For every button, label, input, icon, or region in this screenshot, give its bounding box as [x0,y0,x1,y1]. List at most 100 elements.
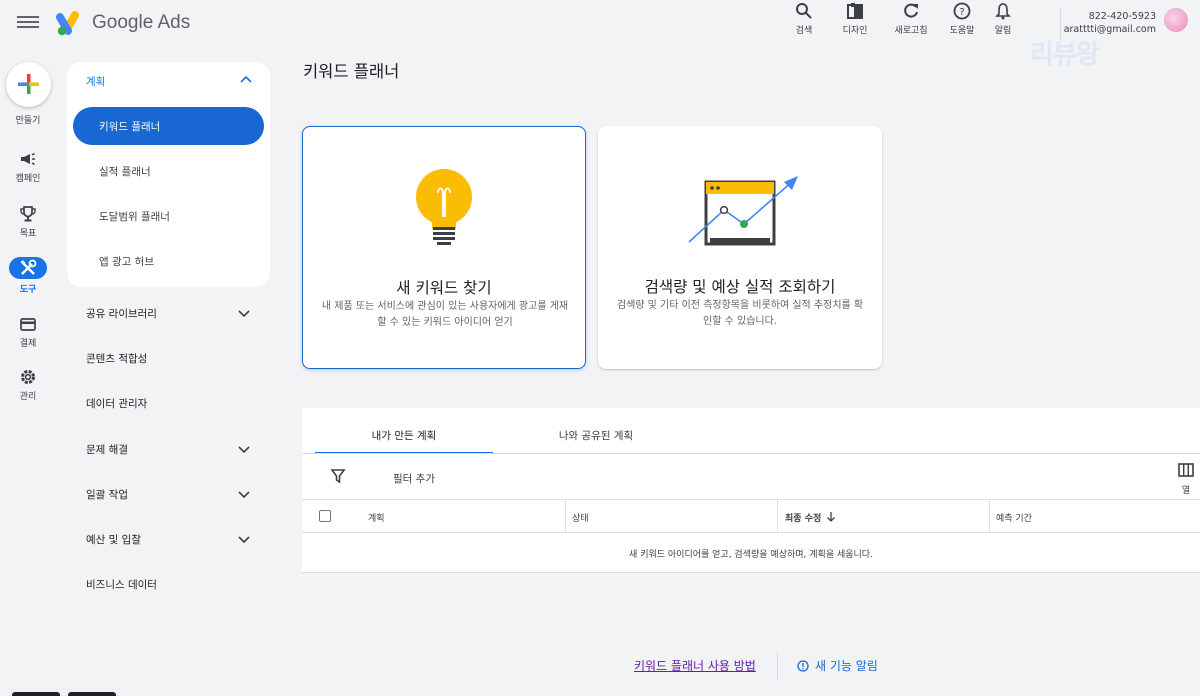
column-divider [565,500,566,533]
lightbulb-icon [416,169,472,245]
design-icon [847,3,863,19]
column-divider [777,500,778,533]
columns-button[interactable]: 열 [1178,462,1194,496]
rail-label-billing: 결제 [19,339,37,349]
nav-label: 예산 및 입찰 [86,534,141,546]
trend-chart-icon [688,176,798,246]
select-all-checkbox[interactable] [319,510,331,522]
search-icon [796,3,812,19]
column-header-forecast-period[interactable]: 예측 기간 [996,511,1032,524]
rail-item-goals[interactable]: 목표 [0,205,56,239]
search-tool-button[interactable]: 검색 [779,0,829,36]
gear-icon [21,370,35,384]
nav-item-keyword-planner[interactable]: 키워드 플래너 [73,107,264,145]
account-info[interactable]: 822-420-5923 aratttti@gmail.com [1064,10,1156,36]
nav-item-performance-planner[interactable]: 실적 플래너 [73,152,264,190]
rail-item-campaigns[interactable]: 캠페인 [0,150,56,184]
card-description: 검색량 및 기타 이전 측정항목을 비롯하여 실적 추정치를 확인할 수 있습니… [616,300,864,327]
bottom-bar-fragment [12,692,60,696]
empty-state-message: 새 키워드 아이디어를 얻고, 검색량을 예상하며, 계획을 세웁니다. [629,550,873,560]
nav-label: 데이터 관리자 [86,398,148,410]
tab-shared-plans[interactable]: 나와 공유된 계획 [507,408,685,454]
svg-text:?: ? [959,7,964,18]
table-bottom-border [302,572,1200,573]
column-divider [989,500,990,533]
design-tool-label: 디자인 [842,26,868,36]
credit-card-icon [20,318,36,331]
rail-item-tools[interactable]: 도구 [0,257,56,295]
bottom-bar-fragment [68,692,116,696]
hamburger-menu-icon[interactable] [17,13,39,35]
chevron-down-icon [238,536,250,544]
rail-label-tools: 도구 [19,285,37,295]
nav-label: 콘텐츠 적합성 [86,353,148,365]
info-icon [797,660,809,672]
chevron-down-icon [238,491,250,499]
nav-item-budgets-bidding[interactable]: 예산 및 입찰 [67,523,270,555]
nav-item-troubleshooting[interactable]: 문제 해결 [67,433,270,465]
notifications-tool-button[interactable]: 알림 [978,0,1028,36]
refresh-tool-button[interactable]: 새로고침 [886,0,936,36]
tools-icon [20,259,37,275]
forecast-volume-card[interactable]: 검색량 및 예상 실적 조회하기 검색량 및 기타 이전 측정항목을 비롯하여 … [598,126,882,369]
design-tool-button[interactable]: 디자인 [830,0,880,36]
keyword-planner-howto-link[interactable]: 키워드 플래너 사용 방법 [634,657,756,674]
add-filter-button[interactable]: 필터 추가 [393,471,435,486]
search-tool-label: 검색 [795,26,813,36]
nav-item-shared-library[interactable]: 공유 라이브러리 [67,297,270,329]
columns-icon [1178,463,1194,477]
whats-new-link[interactable]: 새 기능 알림 [797,657,878,674]
left-rail: 만들기 캠페인 목표 도구 결제 관리 [0,48,56,696]
create-button[interactable] [6,62,51,107]
tab-divider [302,453,1200,454]
footer-divider [777,652,778,680]
nav-item-app-ads-hub[interactable]: 앱 광고 허브 [73,242,264,280]
page-title: 키워드 플래너 [303,62,400,81]
nav-label: 일괄 작업 [86,489,128,501]
section-title-planning: 계획 [86,76,106,88]
plans-table-section: 내가 만든 계획 나와 공유된 계획 필터 추가 열 계획 상태 최종 수정 예… [302,408,1200,573]
card-title: 새 키워드 찾기 [396,279,492,297]
bell-icon [995,3,1011,20]
chevron-down-icon [238,446,250,454]
megaphone-icon [21,152,35,166]
columns-label: 열 [1181,486,1191,496]
refresh-icon [904,3,918,18]
google-ads-logo[interactable] [56,10,84,36]
watermark-text: 리뷰왕 [1030,40,1100,70]
card-title: 검색량 및 예상 실적 조회하기 [644,278,836,296]
account-phone: 822-420-5923 [1088,11,1156,22]
column-header-status[interactable]: 상태 [572,511,589,524]
whats-new-label: 새 기능 알림 [815,659,878,673]
tab-my-plans[interactable]: 내가 만든 계획 [315,408,493,454]
rail-item-create[interactable]: 만들기 [0,110,56,126]
nav-label: 공유 라이브러리 [86,308,157,320]
nav-label: 비즈니스 데이터 [86,579,157,591]
nav-item-bulk-actions[interactable]: 일괄 작업 [67,478,270,510]
planning-section: 계획 키워드 플래너 실적 플래너 도달범위 플래너 앱 광고 허브 [67,62,270,287]
chevron-down-icon [238,310,250,318]
column-header-last-modified-label: 최종 수정 [785,514,822,524]
discover-keywords-card[interactable]: 새 키워드 찾기 내 제품 또는 서비스에 관심이 있는 사용자에게 광고를 게… [302,126,586,369]
card-description: 내 제품 또는 서비스에 관심이 있는 사용자에게 광고를 게재할 수 있는 키… [321,301,569,328]
table-header-row: 계획 상태 최종 수정 예측 기간 [302,499,1200,533]
filter-icon[interactable] [330,468,346,484]
trophy-icon [20,206,36,222]
help-icon: ? [953,2,971,20]
top-bar: Google Ads 검색 디자인 새로고침 ? 도움말 알림 822-420-… [0,0,1200,48]
nav-item-data-manager[interactable]: 데이터 관리자 [67,387,270,419]
refresh-tool-label: 새로고침 [894,26,928,36]
rail-item-admin[interactable]: 관리 [0,368,56,402]
rail-label-create: 만들기 [15,116,41,126]
arrow-down-icon[interactable] [826,511,836,522]
avatar[interactable] [1164,8,1188,32]
plus-icon [18,74,39,94]
tools-active-indicator [9,257,47,279]
chevron-up-icon[interactable] [240,74,252,86]
nav-item-reach-planner[interactable]: 도달범위 플래너 [73,197,264,235]
column-header-last-modified[interactable]: 최종 수정 [785,511,821,524]
column-header-plan[interactable]: 계획 [368,511,385,524]
nav-item-content-suitability[interactable]: 콘텐츠 적합성 [67,342,270,374]
rail-item-billing[interactable]: 결제 [0,315,56,349]
nav-item-business-data[interactable]: 비즈니스 데이터 [67,568,270,600]
